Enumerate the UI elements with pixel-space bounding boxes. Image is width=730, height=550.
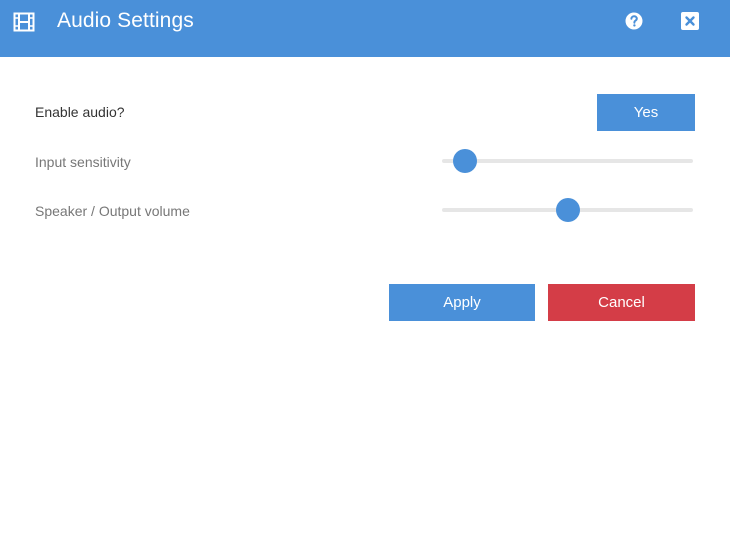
speaker-volume-slider[interactable] xyxy=(442,197,693,223)
input-sensitivity-slider[interactable] xyxy=(442,148,693,174)
speaker-volume-label: Speaker / Output volume xyxy=(35,203,190,219)
apply-button[interactable]: Apply xyxy=(389,284,535,321)
slider-thumb[interactable] xyxy=(453,149,478,173)
slider-thumb[interactable] xyxy=(555,198,580,222)
input-sensitivity-label: Input sensitivity xyxy=(35,154,131,170)
film-icon xyxy=(13,12,35,32)
title-bar: Audio Settings xyxy=(0,0,730,57)
cancel-button[interactable]: Cancel xyxy=(548,284,695,321)
close-icon[interactable] xyxy=(681,12,699,30)
audio-settings-dialog: Audio Settings Enable audio? Yes Input s… xyxy=(0,0,730,550)
enable-audio-toggle-button[interactable]: Yes xyxy=(597,94,695,131)
dialog-title: Audio Settings xyxy=(57,9,194,32)
question-circle-icon[interactable] xyxy=(625,12,643,30)
enable-audio-label: Enable audio? xyxy=(35,104,125,120)
slider-track[interactable] xyxy=(442,159,693,163)
